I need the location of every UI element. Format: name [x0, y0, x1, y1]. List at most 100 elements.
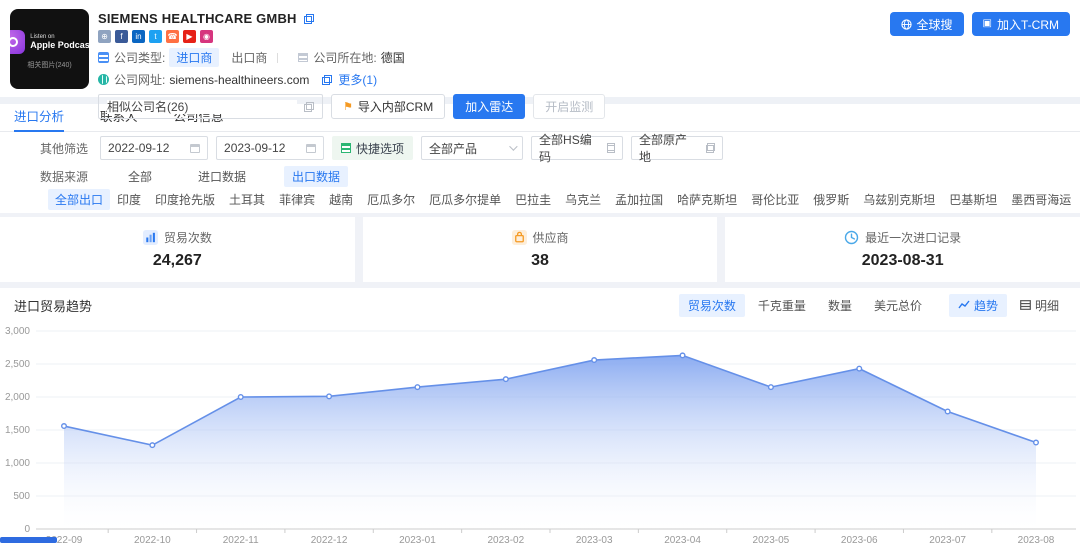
trade-count-value: 24,267: [153, 252, 202, 270]
apple-podcasts-icon: [10, 30, 25, 54]
quick-options-icon: [341, 143, 351, 153]
chart-title: 进口贸易趋势: [14, 296, 92, 315]
datasource-import[interactable]: 进口数据: [190, 166, 254, 187]
origin-select[interactable]: 全部原产地: [631, 136, 723, 160]
website-value[interactable]: siemens-healthineers.com: [169, 73, 309, 87]
website-icon[interactable]: ⊕: [98, 30, 111, 43]
country-tab[interactable]: 巴基斯坦: [942, 189, 1004, 210]
company-name: SIEMENS HEALTHCARE GMBH: [98, 11, 297, 26]
svg-text:2023-08: 2023-08: [1018, 535, 1055, 543]
metric-toggle[interactable]: 数量: [819, 294, 861, 317]
globe-search-icon: [901, 19, 912, 30]
svg-text:0: 0: [24, 524, 30, 535]
import-crm-button[interactable]: ⚑ 导入内部CRM: [331, 94, 445, 119]
suppliers-value: 38: [531, 252, 549, 270]
country-tab[interactable]: 印度抢先版: [148, 189, 222, 210]
svg-text:1,000: 1,000: [5, 458, 30, 469]
logo-caption: 相关图片(240): [27, 60, 71, 70]
svg-text:2,000: 2,000: [5, 392, 30, 403]
global-search-button[interactable]: 全球搜: [890, 12, 964, 36]
facebook-icon[interactable]: f: [115, 30, 128, 43]
country-tab[interactable]: 印度: [110, 189, 148, 210]
more-link[interactable]: 更多(1): [338, 71, 377, 88]
flag-icon: ⚑: [343, 100, 353, 113]
svg-text:2023-07: 2023-07: [929, 535, 966, 543]
metric-toggle[interactable]: 美元总价: [865, 294, 931, 317]
country-tab-row: 全部出口印度印度抢先版土耳其菲律宾越南厄瓜多尔厄瓜多尔提单巴拉圭乌克兰孟加拉国哈…: [0, 188, 1080, 210]
country-tab[interactable]: 孟加拉国: [608, 189, 670, 210]
country-tab[interactable]: 哈萨克斯坦: [670, 189, 744, 210]
svg-text:3,000: 3,000: [5, 326, 30, 337]
phone-icon[interactable]: ☎: [166, 30, 179, 43]
company-type-label: 公司类型:: [114, 49, 165, 66]
instagram-icon[interactable]: ◉: [200, 30, 213, 43]
other-filters-label: 其他筛选: [40, 140, 88, 157]
trade-trend-chart[interactable]: 05001,0001,5002,0002,5003,0002022-092022…: [0, 318, 1080, 543]
svg-text:2023-06: 2023-06: [841, 535, 878, 543]
location-label: 公司所在地:: [313, 49, 376, 66]
country-tab[interactable]: 土耳其: [222, 189, 272, 210]
calendar-icon: [190, 144, 200, 153]
importer-badge[interactable]: 进口商: [169, 48, 219, 67]
country-tab[interactable]: 巴拉圭: [508, 189, 558, 210]
join-tcrm-button[interactable]: ▣ 加入T-CRM: [972, 12, 1070, 36]
country-tab[interactable]: 哥伦比亚: [744, 189, 806, 210]
logo-line2: Apple Podcasts: [30, 40, 89, 50]
country-tab[interactable]: 越南: [322, 189, 360, 210]
metric-toggle[interactable]: 贸易次数: [679, 294, 745, 317]
copy-company-name-icon[interactable]: [304, 14, 314, 24]
globe-icon: [98, 74, 109, 85]
last-import-value: 2023-08-31: [862, 252, 944, 270]
similar-company-input[interactable]: [98, 94, 323, 119]
clock-icon: [844, 230, 859, 245]
svg-text:1,500: 1,500: [5, 425, 30, 436]
svg-text:2023-01: 2023-01: [399, 535, 436, 543]
country-tab[interactable]: 菲律宾: [272, 189, 322, 210]
stats-band: 贸易次数 24,267 供应商 38 最近一次进口记录 2023-08-31: [0, 213, 1080, 288]
product-select[interactable]: 全部产品: [421, 136, 523, 160]
country-tab[interactable]: 乌兹别克斯坦: [856, 189, 942, 210]
copy-website-icon[interactable]: [322, 75, 332, 85]
country-tab[interactable]: 乌克兰: [558, 189, 608, 210]
start-monitor-button[interactable]: 开启监测: [533, 94, 605, 119]
datasource-all[interactable]: 全部: [120, 166, 160, 187]
company-header: Listen on Apple Podcasts 相关图片(240) SIEME…: [0, 0, 1080, 97]
join-radar-button[interactable]: 加入雷达: [453, 94, 525, 119]
svg-text:2022-12: 2022-12: [311, 535, 348, 543]
country-tab[interactable]: 厄瓜多尔: [360, 189, 422, 210]
metric-toggle[interactable]: 千克重量: [749, 294, 815, 317]
date-from-input[interactable]: 2022-09-12: [100, 136, 208, 160]
horizontal-scrollbar-thumb[interactable]: [0, 537, 57, 543]
tab-import-analysis[interactable]: 进口分析: [14, 104, 64, 132]
view-toggle[interactable]: 趋势: [949, 294, 1007, 317]
view-toggle[interactable]: 明细: [1011, 294, 1068, 317]
svg-text:2023-02: 2023-02: [487, 535, 524, 543]
exporter-label[interactable]: 出口商: [231, 49, 267, 66]
calendar-icon: [306, 144, 316, 153]
bar-chart-icon: [143, 230, 158, 245]
country-tab[interactable]: 俄罗斯: [806, 189, 856, 210]
datasource-export[interactable]: 出口数据: [284, 166, 348, 187]
list-icon: [706, 143, 715, 153]
quick-options-button[interactable]: 快捷选项: [332, 136, 413, 160]
building-icon: [98, 52, 109, 63]
svg-text:2022-10: 2022-10: [134, 535, 171, 543]
svg-text:2023-03: 2023-03: [576, 535, 613, 543]
chevron-down-icon: [509, 142, 517, 150]
youtube-icon[interactable]: ▶: [183, 30, 196, 43]
country-tab[interactable]: 厄瓜多尔提单: [422, 189, 508, 210]
date-to-input[interactable]: 2023-09-12: [216, 136, 324, 160]
similar-company-field[interactable]: [107, 100, 297, 114]
linkedin-icon[interactable]: in: [132, 30, 145, 43]
svg-text:2023-05: 2023-05: [753, 535, 790, 543]
website-label: 公司网址:: [114, 71, 165, 88]
hs-code-select[interactable]: 全部HS编码: [531, 136, 623, 160]
twitter-icon[interactable]: t: [149, 30, 162, 43]
country-tab[interactable]: 墨西哥海运: [1004, 189, 1078, 210]
similar-company-icon: [304, 102, 314, 112]
card-icon: ▣: [983, 19, 992, 29]
filter-bar: 其他筛选 2022-09-12 2023-09-12 快捷选项 全部产品 全部H…: [0, 132, 1080, 162]
data-source-label: 数据来源: [40, 168, 88, 185]
supplier-icon: [512, 230, 527, 245]
country-tab[interactable]: 全部出口: [48, 189, 110, 210]
